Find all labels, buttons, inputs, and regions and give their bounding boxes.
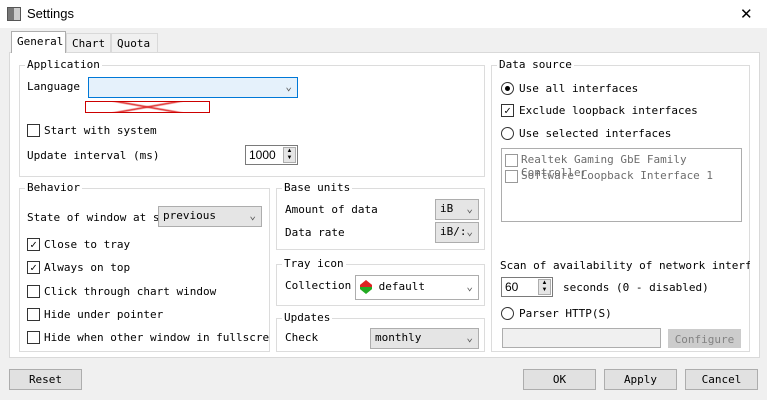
title-bar: Settings ✕ [0, 0, 767, 28]
language-label: Language [27, 80, 80, 93]
update-interval-stepper[interactable]: 1000 ▲ ▼ [245, 145, 298, 165]
cancel-button[interactable]: Cancel [685, 369, 758, 390]
tab-general[interactable]: General [11, 31, 66, 53]
window-title: Settings [27, 6, 74, 21]
seconds-label: seconds (0 - disabled) [563, 281, 709, 294]
redacted-mark [85, 101, 210, 113]
exclude-loopback-label: Exclude loopback interfaces [519, 104, 698, 117]
click-through-checkbox[interactable] [27, 285, 40, 298]
close-to-tray-checkbox[interactable]: ✓ [27, 238, 40, 251]
always-on-top-checkbox[interactable]: ✓ [27, 261, 40, 274]
click-through-label: Click through chart window [44, 285, 217, 298]
amount-of-data-select[interactable]: iB ⌄ [435, 199, 479, 220]
hide-fullscreen-label: Hide when other window in fullscreen m [44, 331, 269, 344]
interface-checkbox[interactable] [505, 170, 518, 183]
check-updates-select[interactable]: monthly ⌄ [370, 328, 479, 349]
chevron-down-icon: ⌄ [466, 331, 473, 344]
data-rate-label: Data rate [285, 226, 345, 239]
group-title: Base units [282, 181, 353, 194]
exclude-loopback-checkbox[interactable]: ✓ [501, 104, 514, 117]
hide-fullscreen-checkbox[interactable] [27, 331, 40, 344]
scan-label: Scan of availability of network interfac… [500, 259, 750, 272]
configure-button[interactable]: Configure [668, 329, 741, 348]
collection-label: Collection [285, 279, 352, 292]
amount-of-data-label: Amount of data [285, 203, 378, 216]
window-state-label: State of window at sta [27, 211, 158, 224]
chevron-down-icon: ⌄ [249, 209, 256, 222]
group-title: Data source [497, 58, 574, 71]
app-icon [7, 7, 21, 21]
chevron-down-icon: ⌄ [466, 202, 473, 215]
hide-under-pointer-label: Hide under pointer [44, 308, 164, 321]
chevron-down-icon: ⌄ [466, 225, 473, 238]
spinner-arrows-icon[interactable]: ▲ ▼ [538, 279, 551, 295]
use-all-interfaces-label: Use all interfaces [519, 82, 639, 95]
interfaces-list[interactable]: Realtek Gaming GbE Family Controller Sof… [501, 148, 742, 222]
use-selected-interfaces-label: Use selected interfaces [519, 127, 672, 140]
start-with-system-checkbox[interactable] [27, 124, 40, 137]
close-icon[interactable]: ✕ [740, 5, 753, 23]
reset-button[interactable]: Reset [9, 369, 82, 390]
ok-button[interactable]: OK [523, 369, 596, 390]
tab-chart[interactable]: Chart [66, 33, 111, 53]
close-to-tray-label: Close to tray [44, 238, 131, 251]
parser-input[interactable] [502, 328, 661, 348]
check-label: Check [285, 331, 319, 344]
interface-checkbox[interactable] [505, 154, 518, 167]
group-title: Behavior [25, 181, 82, 194]
window-state-select[interactable]: previous ⌄ [158, 206, 262, 227]
spinner-arrows-icon[interactable]: ▲ ▼ [283, 147, 296, 163]
apply-button[interactable]: Apply [604, 369, 677, 390]
update-interval-label: Update interval (ms) [27, 149, 160, 162]
group-title: Application [25, 58, 102, 71]
use-all-interfaces-radio[interactable] [501, 82, 514, 95]
tab-quota[interactable]: Quota [111, 33, 158, 53]
hide-under-pointer-checkbox[interactable] [27, 308, 40, 321]
start-with-system-label: Start with system [44, 124, 157, 137]
tray-arrows-icon [360, 280, 372, 294]
collection-select[interactable]: default ⌄ [355, 275, 479, 300]
use-selected-interfaces-radio[interactable] [501, 127, 514, 140]
chevron-down-icon: ⌄ [466, 280, 473, 293]
group-title: Updates [282, 311, 333, 324]
always-on-top-label: Always on top [44, 261, 131, 274]
chevron-down-icon: ⌄ [285, 80, 292, 93]
group-title: Tray icon [282, 257, 346, 270]
data-rate-select[interactable]: iB/: ⌄ [435, 222, 479, 243]
parser-http-label: Parser HTTP(S) [519, 307, 612, 320]
language-select[interactable]: ⌄ [88, 77, 298, 98]
parser-http-radio[interactable] [501, 307, 514, 320]
scan-interval-stepper[interactable]: 60 ▲ ▼ [501, 277, 553, 297]
interface-item: Software Loopback Interface 1 [521, 169, 714, 182]
